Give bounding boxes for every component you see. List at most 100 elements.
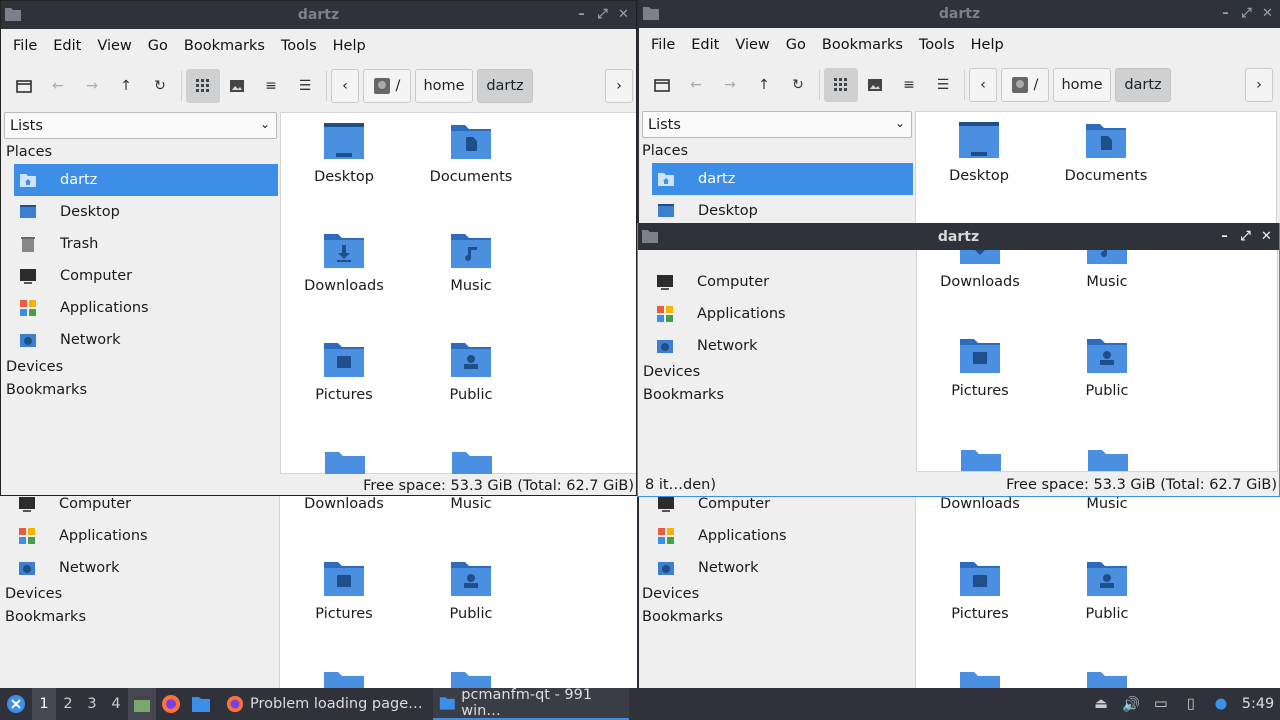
detailed-view-button[interactable]: ☰ [926, 68, 960, 102]
file-view[interactable]: Desktop Documents Downloads Music Pictur… [280, 112, 636, 474]
file-view[interactable]: Desktop Documents [915, 111, 1277, 224]
up-button[interactable]: ↑ [747, 68, 781, 102]
file-item-desktop[interactable]: Desktop [919, 120, 1039, 184]
show-desktop-button[interactable] [128, 688, 156, 720]
file-item-documents[interactable]: Documents [1046, 120, 1166, 184]
menu-bookmarks[interactable]: Bookmarks [176, 38, 273, 54]
sidebar-item-trash[interactable]: Trash [14, 228, 278, 260]
sidebar-item-applications[interactable]: Applications [651, 298, 913, 330]
bookmarks-header[interactable]: Bookmarks [0, 606, 86, 629]
file-item-pictures[interactable]: Pictures [284, 558, 404, 622]
path-root-button[interactable]: / [1001, 68, 1049, 102]
thumbnail-view-button[interactable] [858, 68, 892, 102]
up-button[interactable]: ↑ [109, 69, 143, 103]
sidebar-item-computer[interactable]: Computer [13, 496, 277, 520]
side-pane-mode-select[interactable]: Lists ⌄ [4, 112, 277, 139]
workspace-1[interactable]: 1 [32, 688, 56, 720]
workspace-4[interactable]: 4 [104, 688, 128, 720]
path-forward-button[interactable]: › [605, 69, 633, 103]
minimize-icon[interactable]: – [1216, 227, 1233, 245]
reload-button[interactable]: ↻ [781, 68, 815, 102]
maximize-icon[interactable]: ⤢ [1238, 4, 1255, 22]
file-item-desktop[interactable]: Desktop [284, 121, 404, 185]
task-pcmanfm[interactable]: pcmanfm-qt - 991 win… [432, 687, 629, 720]
bookmarks-header[interactable]: Bookmarks [638, 384, 724, 407]
menu-go[interactable]: Go [140, 38, 176, 54]
back-button[interactable]: ← [679, 68, 713, 102]
file-item-downloads[interactable]: Downloads [284, 496, 404, 512]
minimize-icon[interactable]: – [573, 5, 590, 23]
file-item-pictures[interactable]: Pictures [920, 558, 1040, 622]
file-item-pictures[interactable]: Pictures [920, 335, 1040, 399]
sidebar-item-dartz[interactable]: dartz [14, 164, 278, 196]
devices-header[interactable]: Devices [0, 583, 62, 606]
path-root-button[interactable]: / [363, 69, 411, 103]
file-item-documents[interactable]: Documents [411, 121, 531, 185]
reload-button[interactable]: ↻ [143, 69, 177, 103]
devices-header[interactable]: Devices [1, 356, 278, 379]
file-item-music[interactable]: Music [1047, 250, 1167, 290]
new-tab-button[interactable] [7, 69, 41, 103]
start-menu-button[interactable] [0, 688, 32, 720]
volume-button[interactable]: 🔊 [1116, 688, 1146, 720]
places-header[interactable]: Places [639, 140, 913, 163]
menu-go[interactable]: Go [778, 37, 814, 53]
file-item-downloads[interactable]: Downloads [920, 250, 1040, 290]
path-segment-dartz[interactable]: dartz [1115, 68, 1171, 102]
forward-button[interactable]: → [75, 69, 109, 103]
path-segment-home[interactable]: home [415, 69, 473, 103]
file-item-pictures[interactable]: Pictures [284, 339, 404, 403]
menu-help[interactable]: Help [963, 37, 1012, 53]
sidebar-item-dartz[interactable]: dartz [652, 163, 913, 195]
path-segment-dartz[interactable]: dartz [477, 69, 533, 103]
menu-edit[interactable]: Edit [45, 38, 89, 54]
file-item-music[interactable]: Music [411, 230, 531, 294]
menu-edit[interactable]: Edit [683, 37, 727, 53]
file-item-music[interactable]: Music [411, 496, 531, 512]
icon-view-button[interactable] [824, 68, 858, 102]
devices-header[interactable]: Devices [638, 361, 700, 384]
file-item-downloads[interactable]: Downloads [284, 230, 404, 294]
menu-view[interactable]: View [727, 37, 777, 53]
sidebar-item-computer[interactable]: Computer [652, 496, 914, 520]
close-icon[interactable]: ✕ [1259, 4, 1276, 22]
sidebar-item-desktop[interactable]: Desktop [652, 195, 913, 224]
back-button[interactable]: ← [41, 69, 75, 103]
close-icon[interactable]: ✕ [1258, 227, 1275, 245]
file-manager-launcher[interactable] [186, 688, 216, 720]
clock[interactable]: 5:49 [1236, 696, 1280, 712]
path-back-button[interactable]: ‹ [331, 69, 359, 103]
tray-updates[interactable]: ● [1206, 688, 1236, 720]
sidebar-item-desktop[interactable]: Desktop [14, 196, 278, 228]
path-segment-home[interactable]: home [1053, 68, 1111, 102]
side-pane-mode-select[interactable]: Lists ⌄ [642, 111, 912, 138]
sidebar-item-computer[interactable]: Computer [14, 260, 278, 292]
file-item-music[interactable]: Music [1047, 496, 1167, 512]
firefox-launcher[interactable] [156, 688, 186, 720]
workspace-2[interactable]: 2 [56, 688, 80, 720]
minimize-icon[interactable]: – [1217, 4, 1234, 22]
icon-view-button[interactable] [186, 69, 220, 103]
window-titlebar[interactable]: dartz – ⤢ ✕ [639, 0, 1280, 28]
sidebar-item-applications[interactable]: Applications [652, 520, 914, 552]
compact-view-button[interactable]: ≡ [892, 68, 926, 102]
maximize-icon[interactable]: ⤢ [1237, 227, 1254, 245]
menu-file[interactable]: File [643, 37, 683, 53]
menu-help[interactable]: Help [325, 38, 374, 54]
path-forward-button[interactable]: › [1245, 68, 1273, 102]
new-tab-button[interactable] [645, 68, 679, 102]
sidebar-item-network[interactable]: Network [13, 552, 277, 584]
forward-button[interactable]: → [713, 68, 747, 102]
file-item-downloads[interactable]: Downloads [920, 496, 1040, 512]
sidebar-item-network[interactable]: Network [651, 330, 913, 362]
compact-view-button[interactable]: ≡ [254, 69, 288, 103]
bookmarks-header[interactable]: Bookmarks [1, 379, 278, 402]
detailed-view-button[interactable]: ☰ [288, 69, 322, 103]
menu-bookmarks[interactable]: Bookmarks [814, 37, 911, 53]
window-titlebar[interactable]: dartz – ⤢ ✕ [638, 223, 1279, 250]
menu-view[interactable]: View [89, 38, 139, 54]
task-firefox[interactable]: Problem loading page… [220, 688, 429, 720]
sidebar-item-network[interactable]: Network [14, 324, 278, 356]
sidebar-item-applications[interactable]: Applications [13, 520, 277, 552]
tray-expand-button[interactable]: ⏏ [1086, 688, 1116, 720]
